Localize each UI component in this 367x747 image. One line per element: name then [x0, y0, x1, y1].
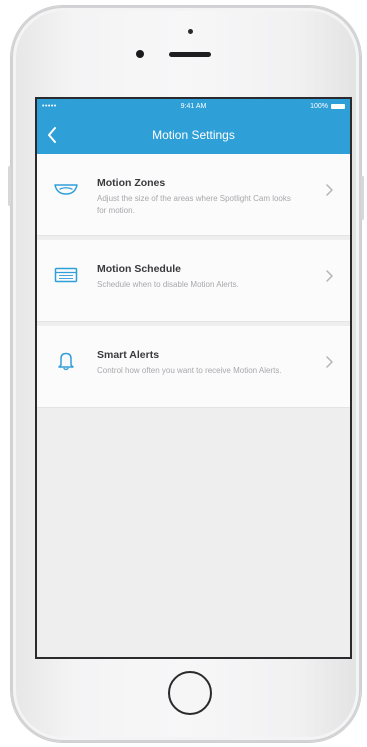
status-time: 9:41 AM	[180, 103, 207, 110]
chevron-right-icon	[326, 184, 333, 196]
page-title: Motion Settings	[152, 128, 235, 142]
proximity-sensor	[188, 29, 193, 34]
settings-item-title: Motion Zones	[97, 177, 166, 189]
settings-item-motion-schedule[interactable]: Motion Schedule Schedule when to disable…	[37, 240, 350, 322]
battery-status: 100%	[310, 102, 345, 111]
status-bar: ••••• 9:41 AM 100%	[37, 99, 350, 116]
front-camera	[136, 50, 144, 58]
settings-item-description: Control how often you want to receive Mo…	[97, 366, 282, 375]
settings-item-smart-alerts[interactable]: Smart Alerts Control how often you want …	[37, 326, 350, 408]
settings-item-motion-zones[interactable]: Motion Zones Adjust the size of the area…	[37, 154, 350, 236]
phone-screen: ••••• 9:41 AM 100% Motion Settings Motio…	[35, 97, 352, 659]
phone-mockup: ••••• 9:41 AM 100% Motion Settings Motio…	[0, 0, 367, 747]
settings-item-title: Smart Alerts	[97, 349, 160, 361]
power-button	[361, 176, 364, 220]
chevron-right-icon	[326, 356, 333, 368]
calendar-icon	[53, 264, 79, 286]
earpiece-speaker	[169, 52, 211, 57]
settings-item-description: Adjust the size of the areas where Spotl…	[97, 194, 291, 215]
battery-percent: 100%	[310, 103, 328, 110]
settings-item-title: Motion Schedule	[97, 263, 181, 275]
battery-icon	[331, 104, 345, 109]
navigation-bar: Motion Settings	[37, 116, 350, 154]
volume-button	[8, 166, 11, 206]
chevron-right-icon	[326, 270, 333, 282]
settings-item-description: Schedule when to disable Motion Alerts.	[97, 280, 239, 289]
motion-zone-icon	[53, 178, 79, 200]
home-button[interactable]	[168, 671, 212, 715]
bell-icon	[53, 350, 79, 372]
